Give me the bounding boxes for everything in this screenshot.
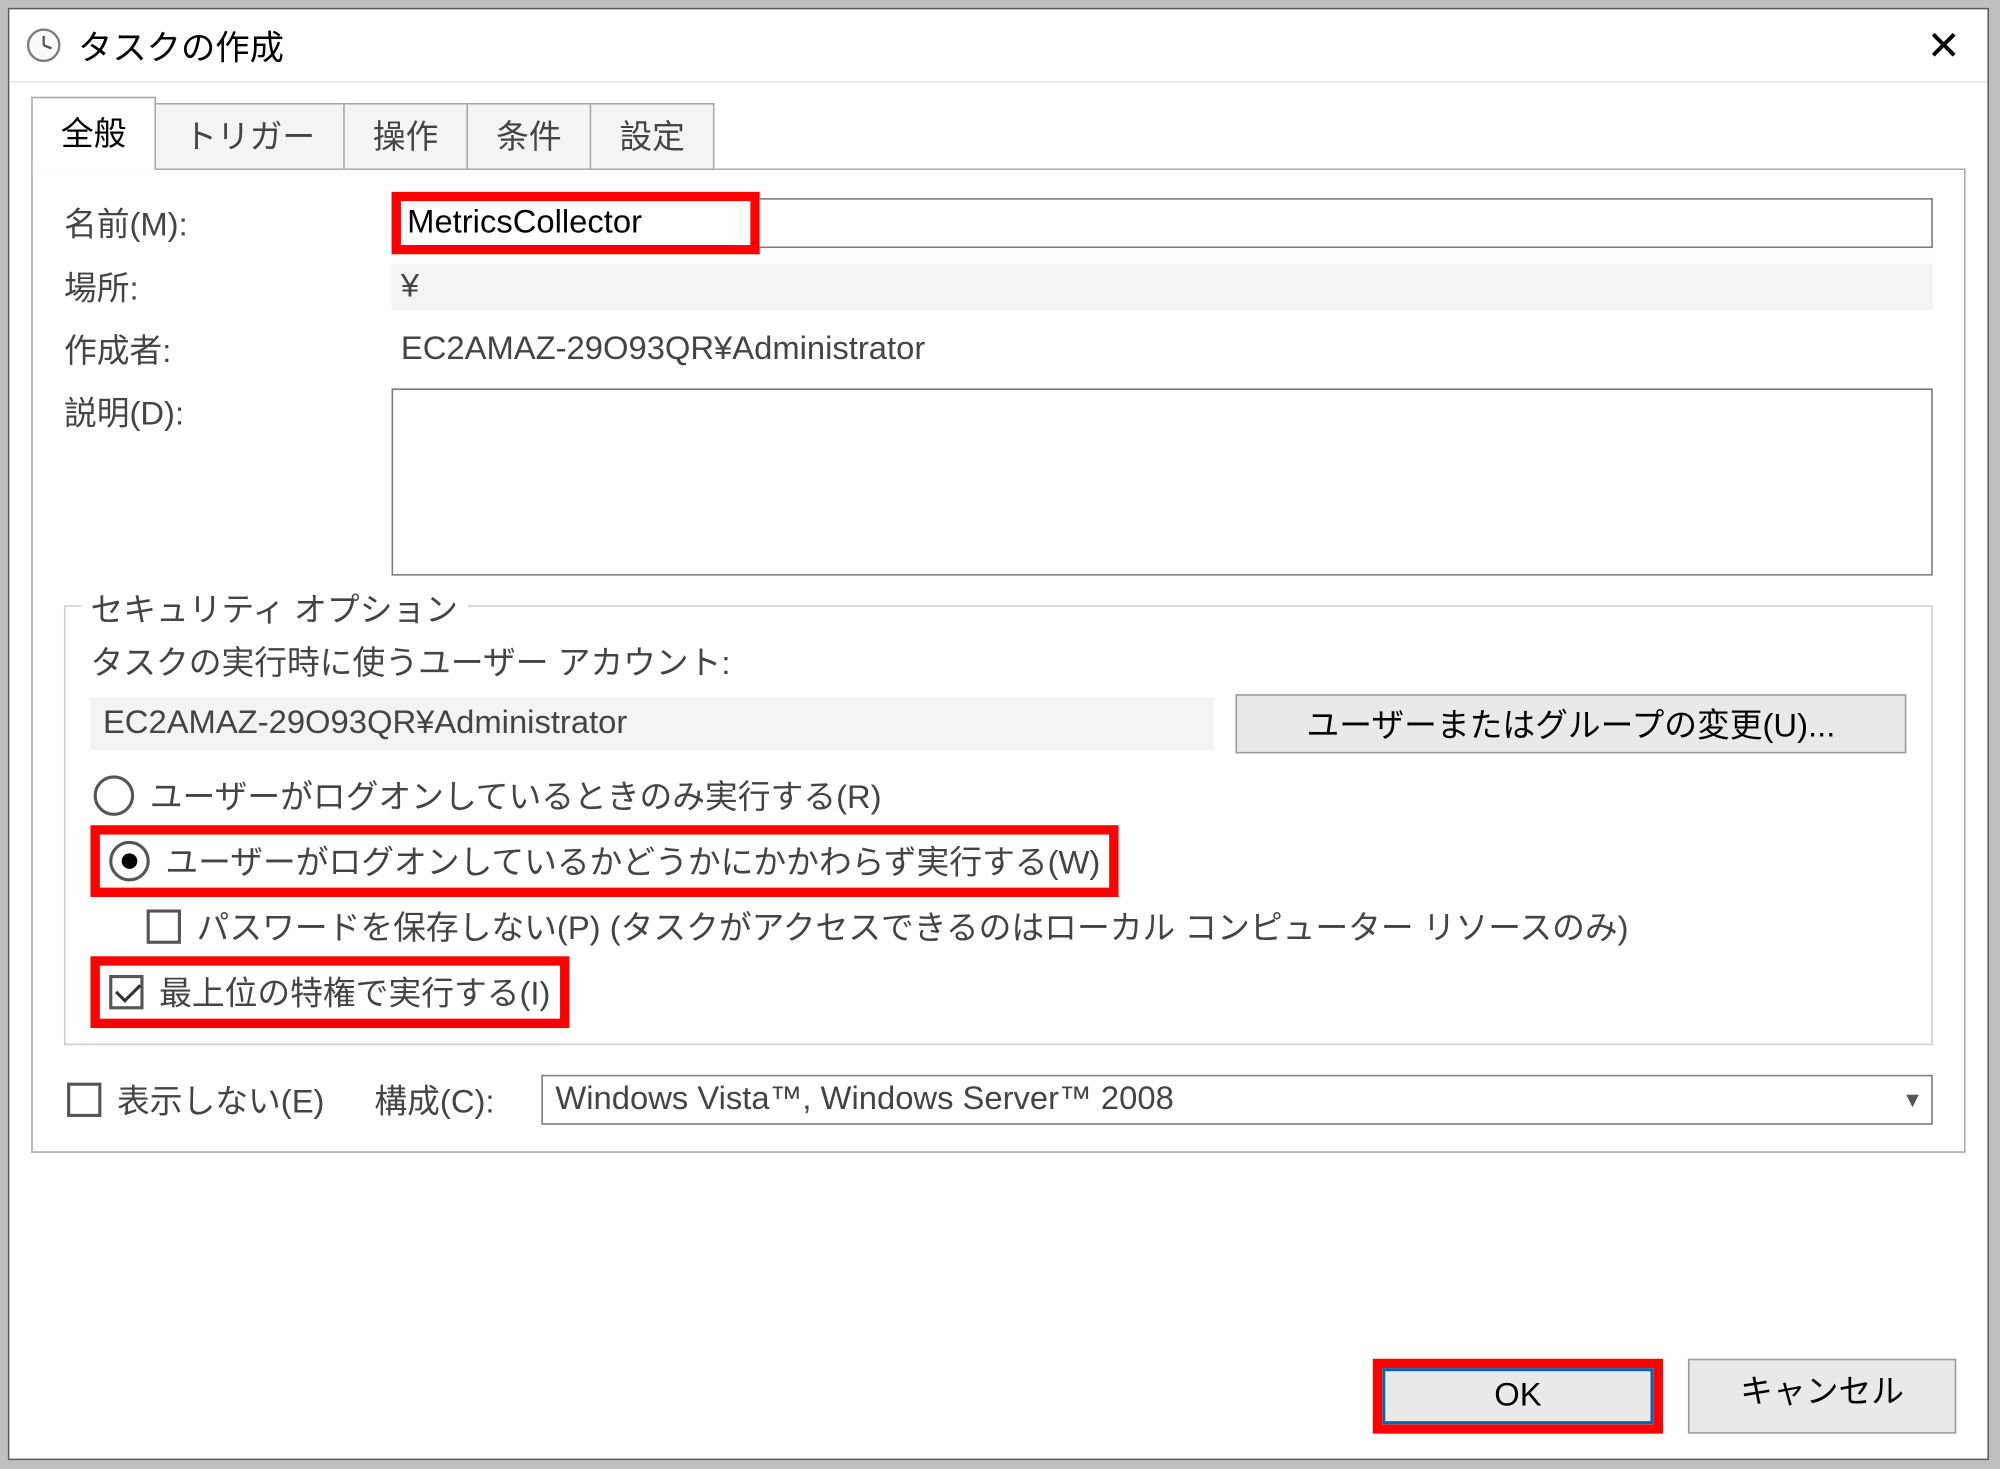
account-value: EC2AMAZ-29O93QR¥Administrator [90,697,1213,750]
configure-for-select[interactable]: Windows Vista™, Windows Server™ 2008 ▾ [541,1075,1933,1125]
security-options-group: セキュリティ オプション タスクの実行時に使うユーザー アカウント: EC2AM… [64,605,1933,1045]
radio-run-whether-logged-on[interactable]: ユーザーがログオンしているかどうかにかかわらず実行する(W) [106,835,1103,888]
location-value: ¥ [392,264,1933,311]
clock-icon [25,27,62,64]
window-title: タスクの作成 [78,20,284,70]
highlight-highest-priv: 最上位の特権で実行する(I) [90,956,569,1028]
description-label: 説明(D): [64,388,392,435]
radio-label: ユーザーがログオンしているかどうかにかかわらず実行する(W) [165,838,1100,885]
highlight-ok: OK [1373,1359,1663,1434]
radio-icon [109,841,150,882]
tab-triggers[interactable]: トリガー [154,103,344,169]
tab-actions[interactable]: 操作 [343,103,468,169]
radio-label: ユーザーがログオンしているときのみ実行する(R) [150,772,882,819]
close-icon[interactable]: ✕ [1909,25,1978,66]
account-label: タスクの実行時に使うユーザー アカウント: [90,638,1906,685]
checkbox-label: パスワードを保存しない(P) (タスクがアクセスできるのはローカル コンピュータ… [197,903,1629,950]
author-label: 作成者: [64,326,392,373]
checkbox-do-not-store-password[interactable]: パスワードを保存しない(P) (タスクがアクセスできるのはローカル コンピュータ… [144,897,1907,956]
tab-settings[interactable]: 設定 [590,103,715,169]
change-user-button[interactable]: ユーザーまたはグループの変更(U)... [1236,694,1907,753]
highlight-name [392,192,760,254]
tab-conditions[interactable]: 条件 [466,103,591,169]
author-value: EC2AMAZ-29O93QR¥Administrator [392,326,1933,373]
checkbox-run-highest-privileges[interactable]: 最上位の特権で実行する(I) [106,966,553,1019]
checkbox-label: 最上位の特権で実行する(I) [159,969,550,1016]
security-legend: セキュリティ オプション [81,585,467,632]
tab-general[interactable]: 全般 [31,97,156,169]
checkbox-hidden[interactable]: 表示しない(E) [64,1070,328,1129]
checkbox-icon [147,909,181,943]
title-bar: タスクの作成 ✕ [9,9,1987,82]
tab-strip: 全般 トリガー 操作 条件 設定 [31,109,1965,168]
tab-panel-general: 名前(M): 場所: ¥ 作成者: EC2AMAZ-29O93QR¥Admini… [31,168,1965,1152]
radio-run-only-logged-on[interactable]: ユーザーがログオンしているときのみ実行する(R) [90,766,1906,825]
cancel-button[interactable]: キャンセル [1688,1359,1956,1434]
dialog-footer: OK キャンセル [1373,1359,1956,1434]
highlight-run-whether: ユーザーがログオンしているかどうかにかかわらず実行する(W) [90,825,1119,897]
configure-for-label: 構成(C): [374,1076,494,1123]
configure-for-value: Windows Vista™, Windows Server™ 2008 [555,1081,1173,1118]
chevron-down-icon: ▾ [1906,1084,1919,1115]
name-label: 名前(M): [64,200,392,247]
description-input[interactable] [392,388,1933,575]
name-input[interactable] [404,201,747,245]
location-label: 場所: [64,264,392,311]
ok-button[interactable]: OK [1382,1368,1653,1424]
checkbox-icon [67,1083,101,1117]
radio-icon [94,775,135,816]
create-task-dialog: タスクの作成 ✕ 全般 トリガー 操作 条件 設定 名前(M): 場 [8,8,1989,1460]
checkbox-icon [109,975,143,1009]
name-input-extent[interactable] [760,198,1933,248]
checkbox-label: 表示しない(E) [117,1076,324,1123]
